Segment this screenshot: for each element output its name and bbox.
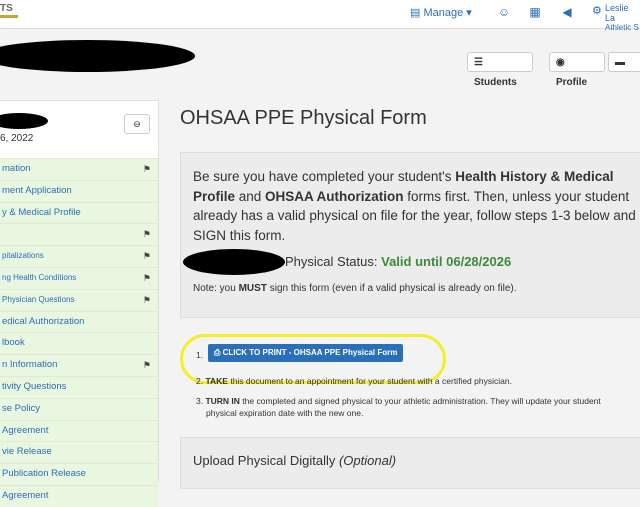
intro-text: and [235, 188, 266, 204]
flag-icon: ⚑ [142, 164, 151, 174]
step2-text: this document to an appointment for your… [227, 376, 512, 386]
physical-status: Physical Status: Valid until 06/28/2026 [285, 254, 511, 269]
note-text: Note: you [193, 283, 239, 294]
sidebar-item[interactable]: Agreement [0, 419, 158, 442]
sidebar-date: 6, 2022 [0, 133, 34, 144]
logo-accent [0, 15, 18, 18]
note-text: sign this form (even if a valid physical… [266, 283, 517, 294]
list-icon: ☰ [474, 57, 483, 68]
sidebar-item-label: Publication Release [2, 468, 86, 480]
print-button-label: CLICK TO PRINT - OHSAA PPE Physical Form [222, 348, 398, 357]
step2-bold: TAKE [205, 376, 228, 386]
flag-icon: ⚑ [142, 272, 151, 283]
megaphone-icon[interactable]: ◀ [560, 5, 574, 19]
sidebar-item-label: Physician Questions [2, 294, 75, 304]
sidebar-item[interactable]: ment Application [0, 179, 158, 202]
eye-icon: ◉ [556, 57, 565, 68]
status-value: Valid until 06/28/2026 [381, 254, 512, 269]
profile-button-label: Profile [556, 77, 588, 88]
sidebar-item[interactable]: Publication Release [0, 463, 158, 485]
sidebar-toggle-button[interactable]: ⊖ [124, 114, 150, 134]
sidebar-item-label: Agreement [2, 489, 49, 501]
user-name: Leslie La [605, 3, 629, 23]
step3-text: the completed and signed physical to you… [239, 396, 601, 406]
sidebar-item[interactable]: ng Health Conditions ⚑ [0, 266, 158, 289]
page-title: OHSAA PPE Physical Form [180, 107, 427, 129]
sidebar-item[interactable]: vie Release [0, 441, 158, 464]
app-logo[interactable]: TS [0, 3, 13, 14]
sidebar-item-label: y & Medical Profile [2, 206, 81, 218]
smiley-icon[interactable]: ☺ [497, 5, 511, 19]
sidebar-item-label: ment Application [2, 184, 72, 196]
redacted-student-first-name [183, 249, 285, 275]
intro-bold-authorization: OHSAA Authorization [265, 188, 404, 204]
user-role: Athletic S [605, 23, 639, 32]
instructions-text: Be sure you have completed your student'… [193, 167, 640, 245]
instructions-panel: Be sure you have completed your student'… [180, 152, 640, 318]
sidebar-item-label: se Policy [2, 402, 41, 414]
intro-text: Be sure you have completed your student'… [193, 169, 456, 184]
flag-icon: ⚑ [142, 294, 151, 305]
students-button-label: Students [474, 77, 517, 88]
sidebar-item[interactable]: se Policy [0, 397, 158, 420]
sidebar-item[interactable]: n Information ⚑ [0, 354, 158, 376]
sidebar-item[interactable]: tivity Questions [0, 375, 158, 398]
manage-menu[interactable]: ▤ Manage ▾ [410, 6, 472, 19]
folder-button[interactable]: ▬ [608, 52, 640, 72]
note-bold: MUST [238, 283, 267, 294]
chevron-down-icon: ▾ [466, 7, 472, 19]
profile-button[interactable]: ◉ Profile [549, 52, 605, 88]
sidebar-item[interactable]: edical Authorization [0, 310, 158, 333]
upload-title: Upload Physical Digitally (Optional) [193, 453, 396, 468]
upload-physical-panel: Upload Physical Digitally (Optional) [180, 437, 640, 489]
folder-icon: ▬ [615, 57, 625, 68]
printer-icon: ⎙ [214, 348, 221, 357]
manage-icon: ▤ [410, 7, 421, 19]
step3-bold: TURN IN [205, 396, 240, 406]
sidebar-item[interactable]: pitalizations ⚑ [0, 245, 158, 267]
sidebar-item-label: pitalizations [2, 251, 44, 261]
gear-icon: ⚙ [592, 5, 602, 17]
sidebar-item-label: edical Authorization [2, 315, 85, 327]
sidebar-item[interactable]: lbook [0, 332, 158, 355]
print-physical-form-button[interactable]: ⎙ CLICK TO PRINT - OHSAA PPE Physical Fo… [208, 344, 404, 362]
sidebar-item-label: Agreement [2, 424, 49, 436]
step-1: 1. [196, 350, 204, 360]
calendar-icon[interactable]: ▦ [528, 5, 542, 19]
flag-icon: ⚑ [142, 251, 151, 262]
sidebar-item[interactable]: ⚑ [0, 223, 158, 246]
redacted-sidebar-name [0, 113, 48, 129]
students-button[interactable]: ☰ Students [467, 52, 533, 88]
manage-label: Manage [423, 7, 464, 19]
form-sidebar: 6, 2022 ⊖ mation ⚑ ment Application y & M… [0, 100, 159, 507]
status-label: Physical Status: [285, 254, 378, 269]
flag-icon: ⚑ [142, 360, 151, 371]
sidebar-item[interactable]: mation ⚑ [0, 158, 158, 180]
sidebar-item-label: tivity Questions [2, 380, 67, 392]
top-navbar: TS ▤ Manage ▾ ☺ ▦ ◀ ⚙ Leslie La Athletic… [0, 0, 640, 32]
upload-title-text: Upload Physical Digitally [193, 453, 336, 468]
step-3-continued: physical expiration date with the new on… [206, 408, 364, 418]
sidebar-item-label: mation [2, 163, 31, 174]
upload-optional-text: (Optional) [338, 453, 397, 468]
sidebar-item[interactable]: y & Medical Profile [0, 201, 158, 224]
step-3: 3. TURN IN the completed and signed phys… [196, 396, 601, 406]
flag-icon: ⚑ [142, 229, 151, 240]
redacted-student-name [0, 40, 195, 72]
sidebar-item-label: ng Health Conditions [2, 272, 77, 282]
user-menu[interactable]: ⚙ Leslie La Athletic S [592, 3, 640, 33]
sidebar-item-label: lbook [2, 337, 25, 349]
sidebar-item-label: n Information [2, 359, 58, 371]
sidebar-item[interactable]: Agreement [0, 484, 158, 507]
sidebar-item[interactable]: Physician Questions ⚑ [0, 288, 158, 311]
step-2: 2. TAKE this document to an appointment … [196, 376, 512, 386]
sidebar-menu: mation ⚑ ment Application y & Medical Pro… [0, 158, 158, 507]
sidebar-item-label: vie Release [2, 446, 52, 458]
sign-note: Note: you MUST sign this form (even if a… [193, 283, 517, 294]
